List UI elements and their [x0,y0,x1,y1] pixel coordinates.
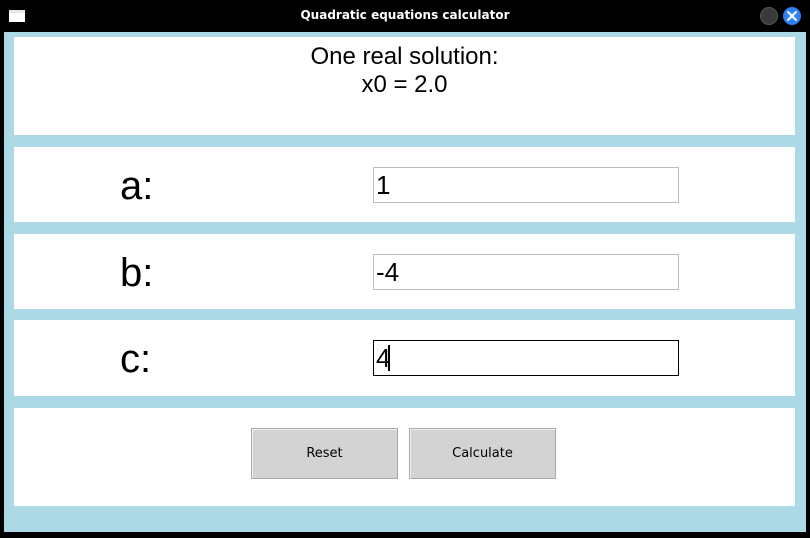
close-button[interactable] [783,7,801,25]
coefficient-c-label: c: [120,337,152,381]
app-window: Quadratic equations calculator One real … [0,0,810,538]
coefficient-a-input[interactable] [373,167,679,203]
title-bar[interactable]: Quadratic equations calculator [0,0,810,32]
reset-button[interactable]: Reset [251,428,398,479]
coefficient-b-input[interactable] [373,254,679,290]
minimize-button[interactable] [760,7,778,25]
close-icon [787,11,797,21]
buttons-panel: Reset Calculate [14,408,795,506]
window-title: Quadratic equations calculator [300,8,510,22]
coefficient-c-field[interactable] [373,340,679,376]
coefficient-row-a: a: [14,147,795,222]
calculate-button[interactable]: Calculate [409,428,556,479]
coefficient-c-input[interactable] [373,340,679,376]
coefficient-row-b: b: [14,234,795,309]
result-value: x0 = 2.0 [361,71,448,98]
result-heading: One real solution: [310,43,499,70]
result-panel: One real solution: x0 = 2.0 [14,37,795,135]
main-content: One real solution: x0 = 2.0 a: b: c: Res… [4,32,806,532]
coefficient-row-c: c: [14,320,795,396]
text-caret [388,345,390,371]
coefficient-b-label: b: [120,251,154,295]
coefficient-a-label: a: [120,164,154,208]
